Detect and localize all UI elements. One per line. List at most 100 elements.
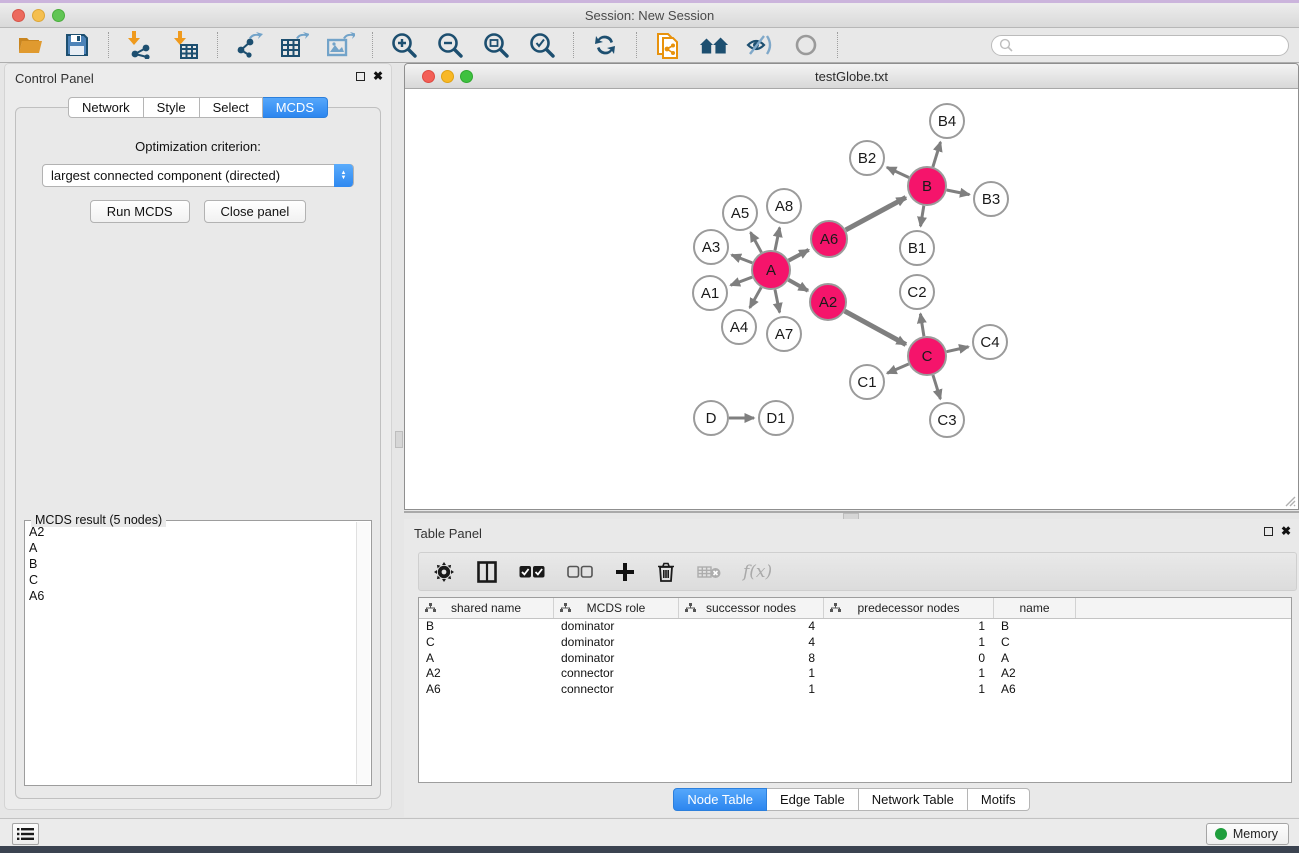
tab-style[interactable]: Style xyxy=(144,97,200,118)
split-columns-icon[interactable] xyxy=(477,561,497,583)
function-builder-icon[interactable]: f(x) xyxy=(743,562,772,582)
import-network-icon[interactable] xyxy=(125,31,155,59)
graph-edge-C-C3[interactable] xyxy=(933,375,940,399)
mcds-result-list[interactable]: A2ABCA6 xyxy=(29,524,355,783)
table-cell[interactable]: 1 xyxy=(679,666,824,682)
result-item[interactable]: A6 xyxy=(29,588,355,604)
close-panel-icon[interactable]: ✖ xyxy=(373,71,383,82)
tab-network[interactable]: Network xyxy=(68,97,144,118)
table-cell[interactable]: C xyxy=(419,635,554,651)
deselect-all-icon[interactable] xyxy=(567,565,593,579)
first-neighbors-icon[interactable] xyxy=(699,31,729,59)
graph-edge-A2-C[interactable] xyxy=(845,311,906,344)
tab-node-table[interactable]: Node Table xyxy=(673,788,767,811)
result-item[interactable]: A2 xyxy=(29,524,355,540)
graph-edge-B-B3[interactable] xyxy=(947,190,970,195)
graph-edge-C-C4[interactable] xyxy=(947,347,969,352)
zoom-selected-icon[interactable] xyxy=(527,31,557,59)
table-cell[interactable]: dominator xyxy=(554,635,679,651)
optimization-criterion-select[interactable]: largest connected component (directed) ▲… xyxy=(42,164,354,187)
table-cell[interactable]: dominator xyxy=(554,619,679,635)
column-header-predecessor-nodes[interactable]: predecessor nodes xyxy=(824,598,994,618)
graph-edge-A-A7[interactable] xyxy=(775,290,780,313)
result-item[interactable]: B xyxy=(29,556,355,572)
table-cell[interactable]: A6 xyxy=(419,682,554,698)
column-header-successor-nodes[interactable]: successor nodes xyxy=(679,598,824,618)
table-cell[interactable]: dominator xyxy=(554,651,679,667)
graph-edge-A-A3[interactable] xyxy=(732,255,753,263)
vertical-divider-grip[interactable] xyxy=(395,431,403,448)
export-network-icon[interactable] xyxy=(234,31,264,59)
refresh-icon[interactable] xyxy=(590,31,620,59)
delete-table-icon[interactable] xyxy=(697,564,721,580)
tab-edge-table[interactable]: Edge Table xyxy=(767,788,859,811)
graph-edge-B-B2[interactable] xyxy=(887,167,909,177)
network-graph-canvas[interactable]: A5A8A6A3AA1A2A4A7B4B2BB3B1C2CC4C1C3DD1 xyxy=(406,90,1297,509)
graph-edge-A-A6[interactable] xyxy=(789,250,809,261)
graph-edge-C-C1[interactable] xyxy=(887,364,908,373)
table-row[interactable]: Bdominator41B xyxy=(419,619,1291,635)
import-table-icon[interactable] xyxy=(171,31,201,59)
graph-edge-A-A8[interactable] xyxy=(775,228,780,251)
column-header-name[interactable]: name xyxy=(994,598,1076,618)
tab-motifs[interactable]: Motifs xyxy=(968,788,1030,811)
table-cell[interactable]: connector xyxy=(554,666,679,682)
export-table-icon[interactable] xyxy=(280,31,310,59)
float-panel-icon[interactable] xyxy=(356,72,365,81)
table-cell[interactable]: 1 xyxy=(824,682,994,698)
table-cell[interactable]: A6 xyxy=(994,682,1076,698)
gear-icon[interactable] xyxy=(433,561,455,583)
table-cell[interactable]: 0 xyxy=(824,651,994,667)
table-cell[interactable]: connector xyxy=(554,682,679,698)
table-cell[interactable]: A xyxy=(419,651,554,667)
clone-network-icon[interactable] xyxy=(653,31,683,59)
table-cell[interactable]: 1 xyxy=(679,682,824,698)
table-cell[interactable]: B xyxy=(419,619,554,635)
run-mcds-button[interactable]: Run MCDS xyxy=(90,200,190,223)
save-session-icon[interactable] xyxy=(62,31,92,59)
resize-grip-icon[interactable] xyxy=(1282,493,1296,507)
network-window-titlebar[interactable]: testGlobe.txt xyxy=(405,64,1298,89)
graph-edge-A-A1[interactable] xyxy=(731,277,753,285)
table-row[interactable]: A2connector11A2 xyxy=(419,666,1291,682)
tab-mcds[interactable]: MCDS xyxy=(263,97,328,118)
task-history-button[interactable] xyxy=(12,823,39,845)
table-cell[interactable]: 8 xyxy=(679,651,824,667)
graph-edge-A-A4[interactable] xyxy=(750,287,761,307)
add-column-icon[interactable] xyxy=(615,562,635,582)
result-item[interactable]: C xyxy=(29,572,355,588)
tab-network-table[interactable]: Network Table xyxy=(859,788,968,811)
float-table-panel-icon[interactable] xyxy=(1264,527,1273,536)
table-cell[interactable]: B xyxy=(994,619,1076,635)
table-cell[interactable]: 4 xyxy=(679,619,824,635)
zoom-fit-icon[interactable] xyxy=(481,31,511,59)
table-cell[interactable]: A xyxy=(994,651,1076,667)
result-item[interactable]: A xyxy=(29,540,355,556)
graph-edge-B-B4[interactable] xyxy=(933,142,941,167)
graph-edge-A-A2[interactable] xyxy=(788,280,808,291)
table-cell[interactable]: 4 xyxy=(679,635,824,651)
graph-edge-A6-B[interactable] xyxy=(846,197,906,230)
close-panel-button[interactable]: Close panel xyxy=(204,200,307,223)
table-cell[interactable]: 1 xyxy=(824,635,994,651)
column-header-shared-name[interactable]: shared name xyxy=(419,598,554,618)
show-all-icon[interactable] xyxy=(791,31,821,59)
table-cell[interactable]: A2 xyxy=(419,666,554,682)
table-cell[interactable]: 1 xyxy=(824,619,994,635)
table-cell[interactable]: 1 xyxy=(824,666,994,682)
zoom-in-icon[interactable] xyxy=(389,31,419,59)
tab-select[interactable]: Select xyxy=(200,97,263,118)
graph-edge-B-B1[interactable] xyxy=(921,206,924,227)
graph-edge-C-C2[interactable] xyxy=(920,314,924,337)
close-table-panel-icon[interactable]: ✖ xyxy=(1281,526,1291,537)
open-file-icon[interactable] xyxy=(16,31,46,59)
table-row[interactable]: A6connector11A6 xyxy=(419,682,1291,698)
table-header-row[interactable]: shared nameMCDS rolesuccessor nodesprede… xyxy=(419,598,1291,619)
node-table[interactable]: shared nameMCDS rolesuccessor nodesprede… xyxy=(418,597,1292,783)
table-row[interactable]: Adominator80A xyxy=(419,651,1291,667)
zoom-out-icon[interactable] xyxy=(435,31,465,59)
graph-edge-A-A5[interactable] xyxy=(751,232,762,252)
result-scrollbar[interactable] xyxy=(356,522,370,784)
table-row[interactable]: Cdominator41C xyxy=(419,635,1291,651)
table-cell[interactable]: C xyxy=(994,635,1076,651)
